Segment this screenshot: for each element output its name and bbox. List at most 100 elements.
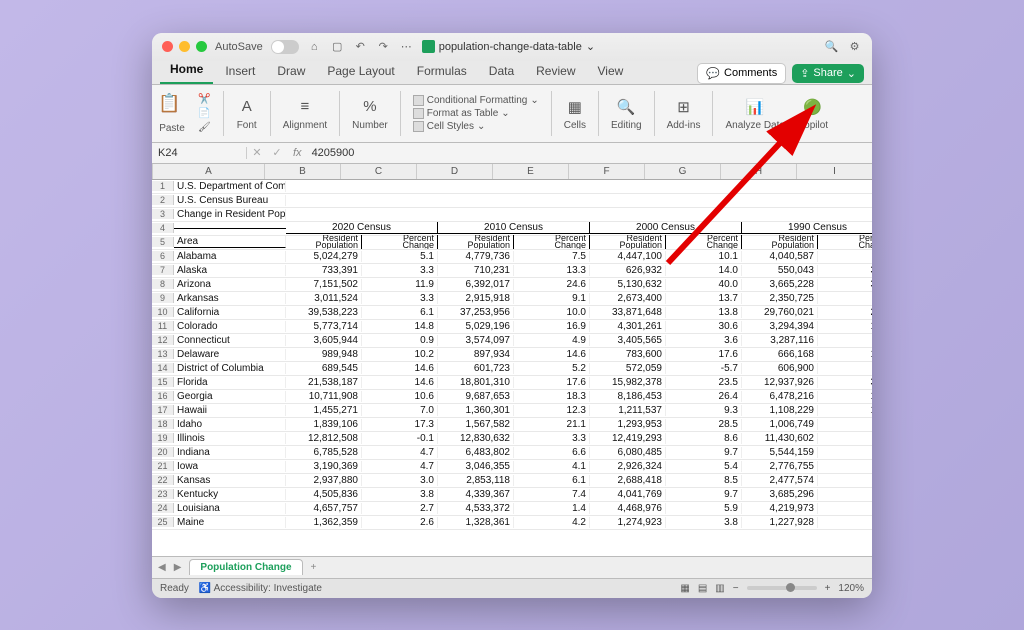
cell[interactable]: U.S. Department of Commerce <box>174 181 286 192</box>
copilot-button[interactable]: 🟢Copilot <box>797 96 828 131</box>
cell[interactable]: 8,186,453 <box>590 391 666 402</box>
cell[interactable]: 18.3 <box>514 391 590 402</box>
cell[interactable]: 3,287,116 <box>742 335 818 346</box>
cell[interactable]: 3.3 <box>514 433 590 444</box>
cell[interactable]: 21.1 <box>514 419 590 430</box>
cell[interactable]: 12,812,508 <box>286 433 362 444</box>
autosave-toggle[interactable] <box>271 40 299 54</box>
cell[interactable]: 14.0 <box>666 265 742 276</box>
cell[interactable]: 1,006,749 <box>742 419 818 430</box>
cell[interactable]: 3,011,524 <box>286 293 362 304</box>
cell[interactable]: Idaho <box>174 419 286 430</box>
cell[interactable]: 1,274,923 <box>590 517 666 528</box>
cell[interactable]: 12.1 <box>818 349 872 360</box>
row-header[interactable]: 20 <box>152 447 174 457</box>
cell[interactable]: 18.6 <box>818 391 872 402</box>
cell[interactable]: 5.8 <box>818 335 872 346</box>
cell[interactable]: -0.1 <box>362 433 438 444</box>
cell[interactable]: 689,545 <box>286 363 362 374</box>
cell[interactable]: 2,477,574 <box>742 475 818 486</box>
cell[interactable]: 4.9 <box>514 335 590 346</box>
cell[interactable]: 3.8 <box>666 517 742 528</box>
cell[interactable]: 3,574,097 <box>438 335 514 346</box>
cell[interactable]: 3,605,944 <box>286 335 362 346</box>
format-as-table-button[interactable]: Format as Table ⌄ <box>413 108 539 119</box>
zoom-out-button[interactable]: − <box>733 583 739 594</box>
cell[interactable]: Louisiana <box>174 503 286 514</box>
col-header[interactable]: E <box>493 164 569 179</box>
cell[interactable]: Change in Resident Population of the 50 … <box>174 209 286 220</box>
cell[interactable]: 1,360,301 <box>438 405 514 416</box>
row-header[interactable]: 17 <box>152 405 174 415</box>
cell[interactable]: 8.6 <box>666 433 742 444</box>
cell[interactable]: Arkansas <box>174 293 286 304</box>
cell[interactable]: 2,673,400 <box>590 293 666 304</box>
cell[interactable]: 34.8 <box>818 279 872 290</box>
row-header[interactable]: 3 <box>152 209 174 219</box>
cell[interactable]: 1,839,106 <box>286 419 362 430</box>
cell[interactable]: 9.2 <box>818 517 872 528</box>
col-header[interactable]: H <box>721 164 797 179</box>
cell[interactable]: 7.0 <box>362 405 438 416</box>
cell[interactable]: 626,932 <box>590 265 666 276</box>
cell[interactable]: 2,853,118 <box>438 475 514 486</box>
more-icon[interactable]: ⋯ <box>399 39 414 54</box>
cell[interactable]: 14.8 <box>362 321 438 332</box>
cell[interactable]: 1,455,271 <box>286 405 362 416</box>
cell[interactable]: 3.6 <box>666 335 742 346</box>
cell[interactable]: Alaska <box>174 265 286 276</box>
cell[interactable]: PercentChange <box>362 235 438 249</box>
cell[interactable]: ResidentPopulation <box>286 235 362 249</box>
cell[interactable]: 6,478,216 <box>742 391 818 402</box>
row-header[interactable]: 13 <box>152 349 174 359</box>
cell[interactable]: 989,948 <box>286 349 362 360</box>
cell[interactable]: 3.8 <box>362 489 438 500</box>
cell[interactable]: ResidentPopulation <box>438 235 514 249</box>
cell[interactable]: 710,231 <box>438 265 514 276</box>
cell[interactable]: 28.5 <box>666 419 742 430</box>
cell[interactable]: 3,665,228 <box>742 279 818 290</box>
row-header[interactable]: 9 <box>152 293 174 303</box>
row-header[interactable]: 5 <box>152 237 174 247</box>
cell[interactable]: 6.6 <box>514 447 590 458</box>
cell[interactable]: 30.6 <box>666 321 742 332</box>
row-header[interactable]: 18 <box>152 419 174 429</box>
sheet-nav-prev-icon[interactable]: ◀ <box>158 562 166 573</box>
cell[interactable]: 10.1 <box>666 251 742 262</box>
cell[interactable]: 6,785,528 <box>286 447 362 458</box>
save-icon[interactable]: ▢ <box>330 39 345 54</box>
cell[interactable]: 1.4 <box>514 503 590 514</box>
cell[interactable]: 23.5 <box>666 377 742 388</box>
cell[interactable]: PercentChange <box>514 235 590 249</box>
cell[interactable]: 4.2 <box>514 517 590 528</box>
row-header[interactable]: 23 <box>152 489 174 499</box>
cell[interactable]: 0.0 <box>818 433 872 444</box>
copy-icon[interactable]: 📄 <box>198 108 211 119</box>
cell[interactable]: Kentucky <box>174 489 286 500</box>
cell-styles-button[interactable]: Cell Styles ⌄ <box>413 121 539 132</box>
cell[interactable]: 17.6 <box>666 349 742 360</box>
sheet-tab[interactable]: Population Change <box>189 559 302 575</box>
cell[interactable]: 16.9 <box>514 321 590 332</box>
cell[interactable]: 550,043 <box>742 265 818 276</box>
cell[interactable]: 6.1 <box>362 307 438 318</box>
cell[interactable]: Florida <box>174 377 286 388</box>
cell[interactable]: 6,483,802 <box>438 447 514 458</box>
cell[interactable]: 33,871,648 <box>590 307 666 318</box>
cell[interactable]: 3,046,355 <box>438 461 514 472</box>
cell[interactable]: 2.6 <box>362 517 438 528</box>
cell[interactable]: 3,685,296 <box>742 489 818 500</box>
cell[interactable]: Maine <box>174 517 286 528</box>
row-header[interactable]: 14 <box>152 363 174 373</box>
cell[interactable]: 6.1 <box>514 475 590 486</box>
cell[interactable]: 9.7 <box>666 447 742 458</box>
cell[interactable]: 4,447,100 <box>590 251 666 262</box>
home-icon[interactable]: ⌂ <box>307 39 322 54</box>
cell[interactable]: ResidentPopulation <box>742 235 818 249</box>
number-group[interactable]: %Number <box>352 96 388 131</box>
cell[interactable]: 4.7 <box>362 447 438 458</box>
cell[interactable]: 12,419,293 <box>590 433 666 444</box>
cell[interactable]: 5.1 <box>362 251 438 262</box>
row-header[interactable]: 1 <box>152 181 174 191</box>
cell[interactable]: 6.7 <box>818 419 872 430</box>
